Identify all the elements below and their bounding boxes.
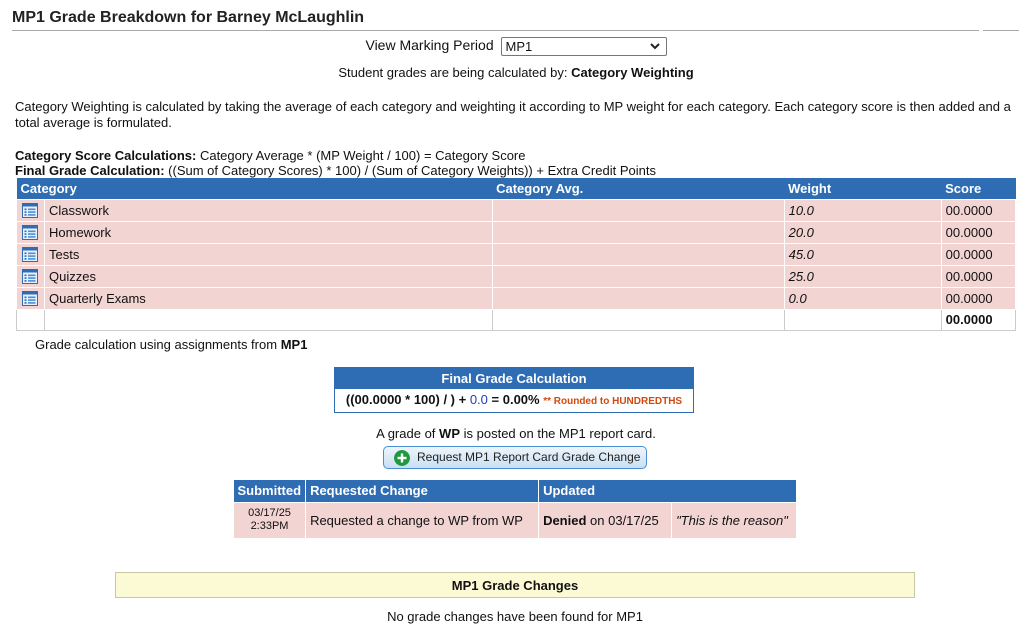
updated-cell: Denied on 03/17/25: [538, 501, 673, 539]
total-empty-cell: [16, 308, 45, 331]
grade-using-prefix: Grade calculation using assignments from: [35, 337, 278, 352]
category-detail-icon-cell[interactable]: [16, 220, 45, 244]
status-badge: Denied: [543, 512, 587, 528]
category-score-formula: Category Score Calculations: Category Av…: [15, 148, 526, 163]
table-row: Homework 20.0 00.0000: [16, 220, 1017, 244]
col-header-submitted: Submitted: [233, 480, 307, 502]
list-icon[interactable]: [22, 224, 44, 240]
category-score: 00.0000: [940, 264, 1017, 288]
category-avg: [491, 242, 785, 266]
final-formula-text: ((Sum of Category Scores) * 100) / (Sum …: [168, 163, 656, 178]
posted-grade-text: A grade of WP is posted on the MP1 repor…: [0, 426, 1032, 441]
final-formula-label: Final Grade Calculation:: [15, 163, 165, 178]
category-weight: 20.0: [783, 220, 942, 244]
total-row: 00.0000: [16, 308, 1017, 331]
posted-prefix: A grade of: [376, 426, 436, 441]
calc-method-value: Category Weighting: [571, 65, 694, 80]
rounding-note: ** Rounded to HUNDREDTHS: [543, 396, 683, 407]
marking-period-select[interactable]: MP1: [500, 37, 667, 56]
category-name: Homework: [44, 220, 493, 244]
category-name: Classwork: [44, 198, 493, 222]
list-icon[interactable]: [22, 290, 44, 306]
category-score: 00.0000: [940, 286, 1017, 310]
grade-calc-source: Grade calculation using assignments from…: [35, 337, 307, 352]
category-formula-text: Category Average * (MP Weight / 100) = C…: [199, 148, 526, 163]
list-icon[interactable]: [22, 246, 44, 262]
final-grade-calculation-box: Final Grade Calculation ((00.0000 * 100)…: [334, 367, 694, 413]
col-header-weight: Weight: [784, 178, 942, 199]
col-header-updated: Updated: [538, 480, 797, 502]
grade-changes-header: MP1 Grade Changes: [115, 572, 915, 598]
table-row: Quarterly Exams 0.0 00.0000: [16, 286, 1017, 310]
category-name: Quarterly Exams: [44, 286, 493, 310]
posted-suffix: is posted on the MP1 report card.: [463, 426, 656, 441]
final-grade-formula: Final Grade Calculation: ((Sum of Catego…: [15, 163, 656, 178]
title-divider-right: [983, 30, 1019, 31]
final-calc-header: Final Grade Calculation: [335, 368, 693, 389]
category-score: 00.0000: [940, 198, 1017, 222]
category-avg: [491, 198, 785, 222]
category-avg: [491, 264, 785, 288]
table-row: Quizzes 25.0 00.0000: [16, 264, 1017, 288]
total-score: 00.0000: [940, 308, 1017, 331]
col-header-avg: Category Avg.: [492, 178, 785, 199]
final-calc-expr-start: ((00.0000 * 100) / ) +: [345, 392, 470, 407]
calc-method-prefix: Student grades are being calculated by:: [338, 65, 568, 80]
category-avg: [491, 286, 785, 310]
category-table: Category Category Avg. Weight Score Clas…: [16, 178, 1017, 331]
category-avg: [491, 220, 785, 244]
category-score: 00.0000: [940, 220, 1017, 244]
total-empty-cell: [44, 308, 493, 331]
weighting-description: Category Weighting is calculated by taki…: [15, 99, 1011, 130]
posted-grade: WP: [439, 426, 460, 441]
submitted-date: 03/17/25: [248, 507, 291, 519]
title-divider: [12, 30, 979, 31]
category-weight: 0.0: [783, 286, 942, 310]
table-row: Classwork 10.0 00.0000: [16, 198, 1017, 222]
reason-cell: "This is the reason": [671, 501, 797, 539]
extra-credit-value: 0.0: [469, 392, 488, 407]
category-detail-icon-cell[interactable]: [16, 286, 45, 310]
page-title: MP1 Grade Breakdown for Barney McLaughli…: [12, 9, 365, 26]
category-weight: 25.0: [783, 264, 942, 288]
grade-using-mp: MP1: [280, 337, 308, 352]
request-grade-change-button[interactable]: Request MP1 Report Card Grade Change: [383, 446, 647, 469]
final-calc-result: = 0.00%: [487, 392, 540, 407]
category-detail-icon-cell[interactable]: [16, 264, 45, 288]
request-button-label: Request MP1 Report Card Grade Change: [417, 450, 641, 464]
no-grade-changes-text: No grade changes have been found for MP1: [387, 609, 643, 624]
list-icon[interactable]: [22, 268, 44, 284]
status-date: on 03/17/25: [590, 512, 659, 528]
marking-period-row: View Marking Period MP1: [0, 37, 1032, 56]
category-score: 00.0000: [940, 242, 1017, 266]
category-weight: 45.0: [783, 242, 942, 266]
col-header-score: Score: [941, 178, 1016, 199]
plus-circle-icon: [394, 450, 410, 466]
category-detail-icon-cell[interactable]: [16, 198, 45, 222]
category-detail-icon-cell[interactable]: [16, 242, 45, 266]
table-row: Tests 45.0 00.0000: [16, 242, 1017, 266]
marking-period-label: View Marking Period: [365, 37, 494, 54]
submitted-time: 2:33PM: [250, 520, 289, 532]
category-weight: 10.0: [783, 198, 942, 222]
col-header-requested: Requested Change: [305, 480, 540, 502]
change-request-table: Submitted Requested Change Updated 03/17…: [232, 480, 797, 539]
category-name: Tests: [44, 242, 493, 266]
col-header-category: Category: [16, 178, 493, 199]
category-name: Quizzes: [44, 264, 493, 288]
calculation-method: Student grades are being calculated by: …: [0, 65, 1032, 80]
final-calc-expression: ((00.0000 * 100) / ) + 0.0 = 0.00% ** Ro…: [335, 389, 693, 412]
list-icon[interactable]: [22, 202, 44, 218]
table-row: 03/17/25 2:33PM Requested a change to WP…: [232, 501, 797, 539]
category-formula-label: Category Score Calculations:: [15, 148, 197, 163]
total-empty-cell: [491, 308, 785, 331]
marking-period-value: MP1: [505, 39, 533, 54]
submitted-cell: 03/17/25 2:33PM: [232, 501, 307, 539]
requested-change-cell: Requested a change to WP from WP: [305, 501, 540, 539]
total-empty-cell: [783, 308, 942, 331]
chevron-down-icon: [649, 43, 660, 50]
